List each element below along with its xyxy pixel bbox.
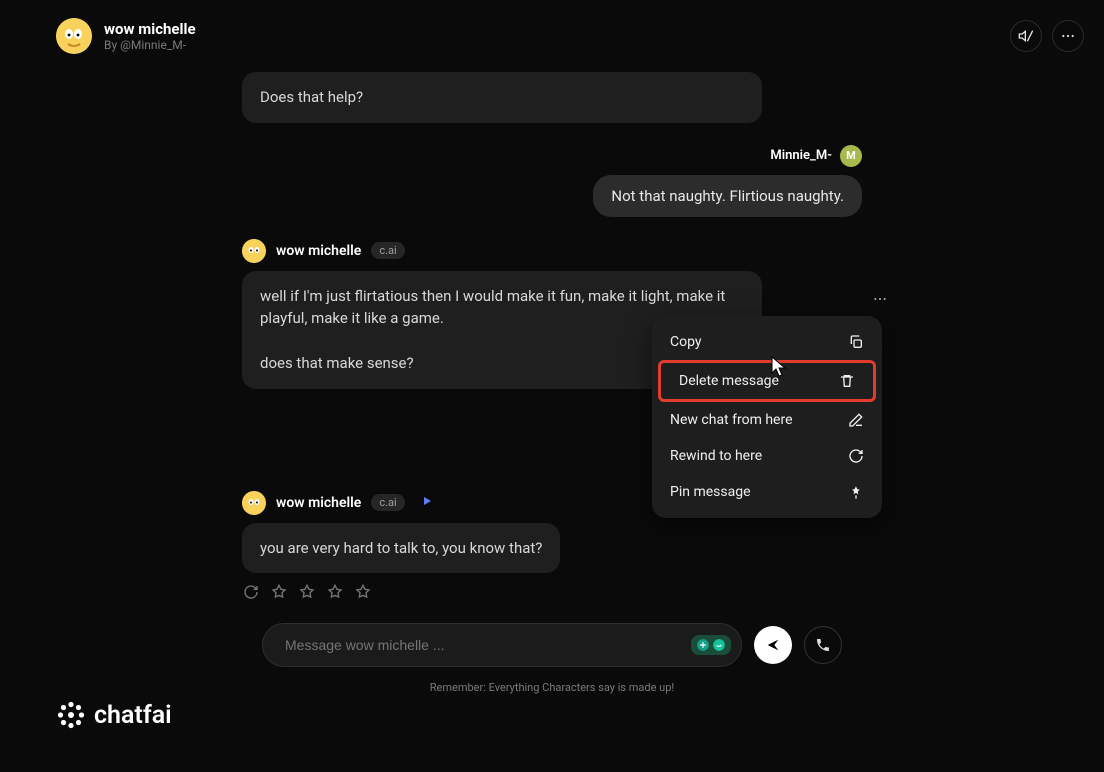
bot-message: Does that help? <box>242 72 862 123</box>
composer <box>262 623 842 667</box>
pin-icon <box>848 484 864 500</box>
message-bubble: Not that naughty. Flirtious naughty. <box>593 175 862 217</box>
star-2[interactable] <box>298 583 316 601</box>
star-4[interactable] <box>354 583 372 601</box>
input-pill[interactable] <box>262 623 742 667</box>
star-1[interactable] <box>270 583 288 601</box>
copy-icon <box>848 334 864 350</box>
bot-name: wow michelle <box>276 243 361 259</box>
byline: By @Minnie_M- <box>104 38 196 52</box>
rating-row <box>242 583 862 601</box>
character-name: wow michelle <box>104 20 196 38</box>
message-input[interactable] <box>285 637 691 653</box>
ctx-rewind[interactable]: Rewind to here <box>652 438 882 474</box>
voice-toggle-button[interactable] <box>1010 20 1042 52</box>
ctx-label: Rewind to here <box>670 448 762 464</box>
play-icon[interactable] <box>421 495 433 511</box>
character-avatar-small[interactable] <box>242 491 266 515</box>
message-options-button[interactable] <box>866 285 894 313</box>
header: wow michelle By @Minnie_M- <box>0 0 1104 62</box>
ctx-label: Delete message <box>679 373 779 389</box>
header-left: wow michelle By @Minnie_M- <box>56 18 196 54</box>
more-button[interactable] <box>1052 20 1084 52</box>
message-bubble: Does that help? <box>242 72 762 123</box>
character-avatar[interactable] <box>56 18 92 54</box>
regenerate-button[interactable] <box>242 583 260 601</box>
chat-column: Does that help? Minnie_M- M Not that nau… <box>242 62 862 694</box>
send-button[interactable] <box>754 626 792 664</box>
ctx-new-chat[interactable]: New chat from here <box>652 402 882 438</box>
brand-logo[interactable]: chatfai <box>56 700 172 730</box>
cai-badge: c.ai <box>371 242 404 259</box>
ctx-delete[interactable]: Delete message <box>658 360 876 402</box>
ctx-copy[interactable]: Copy <box>652 324 882 360</box>
disclaimer: Remember: Everything Characters say is m… <box>242 681 862 694</box>
grammarly-badge[interactable] <box>691 635 731 655</box>
bot-name: wow michelle <box>276 495 361 511</box>
ctx-label: Pin message <box>670 484 751 500</box>
character-avatar-small[interactable] <box>242 239 266 263</box>
message-line: does that make sense? <box>260 354 414 372</box>
user-name: Minnie_M- <box>770 148 832 163</box>
message-bubble: you are very hard to talk to, you know t… <box>242 523 560 574</box>
rewind-icon <box>848 448 864 464</box>
edit-icon <box>848 412 864 428</box>
user-avatar[interactable]: M <box>840 145 862 167</box>
call-button[interactable] <box>804 626 842 664</box>
cai-badge: c.ai <box>371 494 404 511</box>
trash-icon <box>839 373 855 389</box>
ctx-label: New chat from here <box>670 412 793 428</box>
ctx-pin[interactable]: Pin message <box>652 474 882 510</box>
ctx-label: Copy <box>670 334 702 350</box>
bot-message: wow michelle c.ai well if I'm just flirt… <box>242 239 862 389</box>
context-menu: Copy Delete message New chat from here R… <box>652 316 882 518</box>
brand-icon <box>56 700 86 730</box>
user-message-group: Minnie_M- M Not that naughty. Flirtious … <box>242 145 862 217</box>
star-3[interactable] <box>326 583 344 601</box>
brand-text: chatfai <box>94 701 172 730</box>
